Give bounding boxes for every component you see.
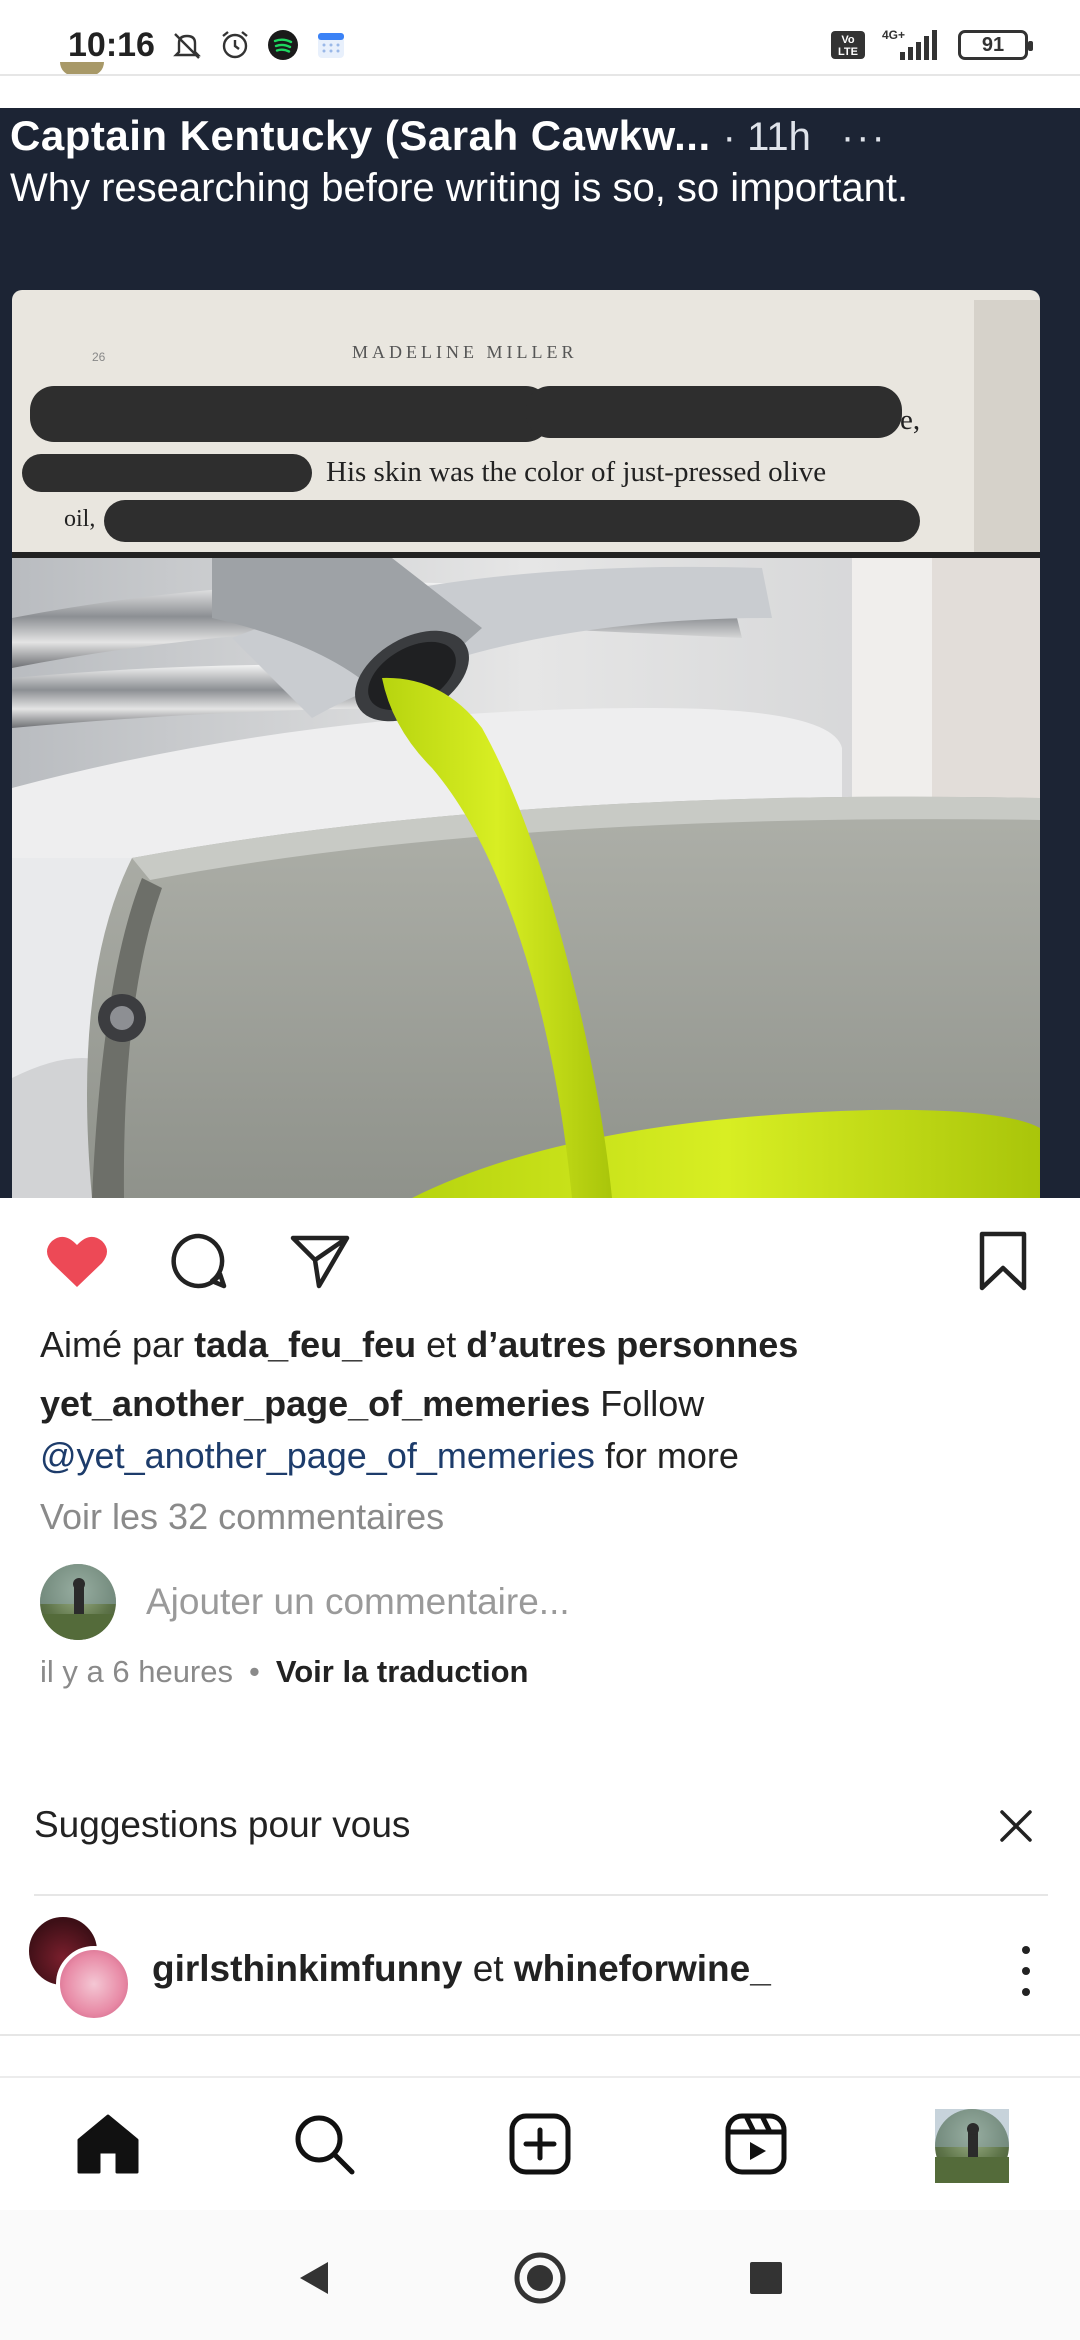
olive-oil-photo bbox=[12, 558, 1040, 1198]
add-comment-row[interactable]: Ajouter un commentaire... bbox=[40, 1562, 570, 1642]
likes-others[interactable]: d’autres personnes bbox=[466, 1324, 798, 1365]
signal-icon: 4G+ bbox=[880, 28, 944, 62]
more-options-icon[interactable] bbox=[1016, 1946, 1036, 1996]
caption-text: Follow bbox=[600, 1383, 705, 1424]
home-button[interactable] bbox=[510, 2250, 570, 2310]
calendar-icon bbox=[314, 28, 348, 62]
screenshot-post-header: Captain Kentucky (Sarah Cawkw... · 11h ·… bbox=[10, 112, 1060, 214]
recents-icon bbox=[748, 2260, 784, 2301]
suggestion-row[interactable]: girlsthinkimfunny et whineforwine_ bbox=[26, 1912, 1066, 2032]
heart-filled-icon bbox=[44, 1231, 110, 1296]
comment-button[interactable] bbox=[164, 1228, 234, 1298]
svg-text:Vo: Vo bbox=[841, 34, 855, 46]
battery-indicator: 91 bbox=[958, 30, 1033, 60]
comment-icon bbox=[168, 1230, 230, 1297]
suggestion-joiner: et bbox=[472, 1948, 504, 1989]
profile-avatar bbox=[935, 2109, 1009, 2183]
bell-muted-icon bbox=[170, 28, 204, 62]
redaction-bar bbox=[22, 454, 312, 492]
post-caption: yet_another_page_of_memeries Follow @yet… bbox=[40, 1378, 1050, 1482]
redaction-bar bbox=[30, 386, 550, 442]
redaction-bar bbox=[104, 500, 920, 542]
home-circle-icon bbox=[512, 2250, 568, 2311]
like-button[interactable] bbox=[42, 1228, 112, 1298]
suggestion-user-1[interactable]: girlsthinkimfunny bbox=[152, 1948, 462, 1989]
likes-middle: et bbox=[426, 1324, 457, 1365]
svg-text:4G+: 4G+ bbox=[882, 28, 905, 42]
volte-icon: Vo LTE bbox=[830, 28, 866, 62]
book-author-header: MADELINE MILLER bbox=[352, 342, 578, 362]
divider bbox=[0, 74, 1080, 76]
screenshot-time: · 11h bbox=[722, 115, 811, 159]
bottom-navigation bbox=[0, 2076, 1080, 2210]
caption-mention[interactable]: @yet_another_page_of_memeries bbox=[40, 1435, 595, 1476]
reels-icon bbox=[724, 2112, 788, 2181]
recents-button[interactable] bbox=[736, 2250, 796, 2310]
book-line-end: e, bbox=[900, 404, 921, 436]
post-actions bbox=[0, 1228, 1080, 1308]
book-page: 26 MADELINE MILLER e, His skin was the c… bbox=[12, 290, 1040, 552]
see-translation-link[interactable]: Voir la traduction bbox=[276, 1654, 529, 1690]
view-comments-link[interactable]: Voir les 32 commentaires bbox=[40, 1496, 444, 1538]
likes-user[interactable]: tada_feu_feu bbox=[194, 1324, 416, 1365]
spotify-icon bbox=[266, 28, 300, 62]
screenshot-author: Captain Kentucky (Sarah Cawkw... bbox=[10, 112, 711, 159]
save-button[interactable] bbox=[968, 1228, 1038, 1298]
svg-text:LTE: LTE bbox=[838, 46, 858, 58]
caption-username[interactable]: yet_another_page_of_memeries bbox=[40, 1383, 590, 1424]
system-navigation bbox=[0, 2210, 1080, 2340]
suggestion-text: girlsthinkimfunny et whineforwine_ bbox=[152, 1948, 771, 1990]
book-line-oil: oil, bbox=[64, 506, 96, 532]
divider bbox=[0, 2034, 1080, 2036]
nav-search[interactable] bbox=[286, 2108, 362, 2184]
suggestions-title: Suggestions pour vous bbox=[34, 1804, 411, 1845]
avatar bbox=[40, 1564, 116, 1640]
status-icons-left bbox=[170, 28, 348, 62]
post-image[interactable]: Captain Kentucky (Sarah Cawkw... · 11h ·… bbox=[0, 108, 1080, 1198]
nav-profile[interactable] bbox=[934, 2108, 1010, 2184]
suggestion-user-2[interactable]: whineforwine_ bbox=[514, 1948, 771, 1989]
page-number: 26 bbox=[92, 350, 106, 364]
create-icon bbox=[508, 2112, 572, 2181]
nav-reels[interactable] bbox=[718, 2108, 794, 2184]
close-icon bbox=[994, 1810, 1038, 1852]
nav-home[interactable] bbox=[70, 2108, 146, 2184]
share-button[interactable] bbox=[285, 1228, 355, 1298]
search-icon bbox=[292, 2112, 356, 2181]
back-button[interactable] bbox=[284, 2250, 344, 2310]
caption-text-end: for more bbox=[604, 1435, 739, 1476]
send-icon bbox=[289, 1230, 351, 1297]
post-meta: il y a 6 heures • Voir la traduction bbox=[40, 1654, 528, 1690]
comment-input[interactable]: Ajouter un commentaire... bbox=[146, 1581, 570, 1623]
avatar bbox=[56, 1946, 132, 2022]
divider bbox=[34, 1894, 1048, 1896]
redaction-bar bbox=[526, 386, 902, 438]
nav-create[interactable] bbox=[502, 2108, 578, 2184]
home-icon bbox=[75, 2112, 141, 2181]
close-suggestions-button[interactable] bbox=[994, 1804, 1038, 1848]
status-time: 10:16 bbox=[68, 26, 155, 64]
back-icon bbox=[294, 2258, 334, 2303]
likes-prefix: Aimé par bbox=[40, 1324, 185, 1365]
status-bar: 10:16 Vo LTE 4G+ 91 bbox=[0, 0, 1080, 74]
screenshot-more-icon: ··· bbox=[840, 115, 887, 159]
screenshot-post-text: Why researching before writing is so, so… bbox=[10, 166, 909, 210]
post-timestamp: il y a 6 heures bbox=[40, 1654, 233, 1689]
book-page-edge bbox=[974, 300, 1040, 552]
status-icons-right: Vo LTE 4G+ 91 bbox=[830, 28, 1033, 62]
bookmark-icon bbox=[977, 1230, 1029, 1297]
alarm-icon bbox=[218, 28, 252, 62]
likes-summary[interactable]: Aimé par tada_feu_feu et d’autres person… bbox=[40, 1324, 798, 1366]
book-line-main: His skin was the color of just-pressed o… bbox=[326, 456, 827, 488]
separator-dot: • bbox=[249, 1654, 260, 1689]
